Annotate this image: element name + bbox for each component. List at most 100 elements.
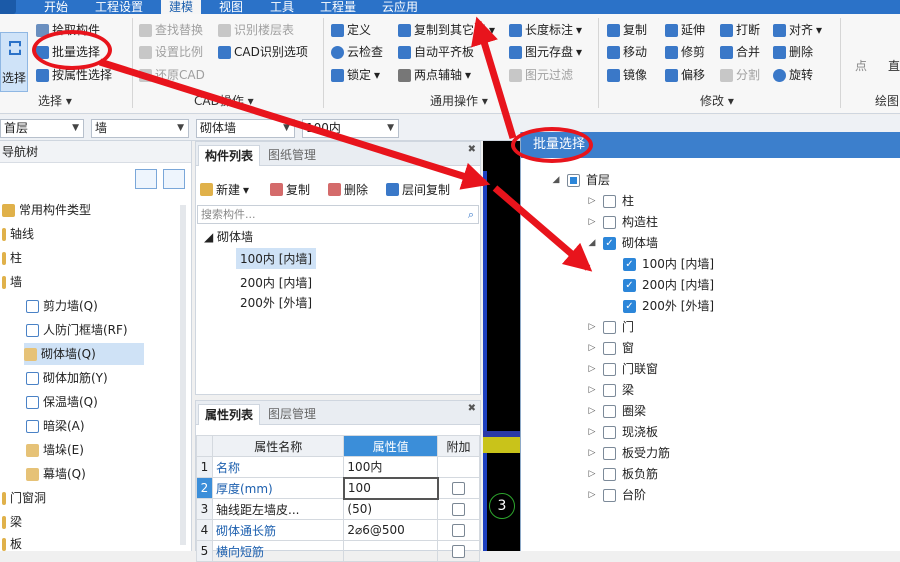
app-logo-icon[interactable] xyxy=(0,0,16,14)
copy-button[interactable]: 复制 xyxy=(607,22,647,38)
tree-checkbox[interactable] xyxy=(603,341,616,355)
tree-checkbox[interactable] xyxy=(603,362,616,376)
set-scale-button[interactable]: 设置比例 xyxy=(139,44,203,60)
extend-button[interactable]: 延伸 xyxy=(665,22,705,38)
menu-project-settings[interactable]: 工程设置 xyxy=(87,0,151,14)
delete-component-button[interactable]: 删除 xyxy=(328,181,368,198)
tree-checkbox[interactable]: ✓ xyxy=(623,257,636,271)
tree-item-constructional-column[interactable]: ▷ 构造柱 xyxy=(587,212,658,232)
delete-button[interactable]: 删除 xyxy=(773,44,813,60)
nav-item-shear-wall[interactable]: 剪力墙(Q) xyxy=(26,295,98,317)
menu-cloud[interactable]: 云应用 xyxy=(374,0,426,14)
nav-item-beam[interactable]: 梁 xyxy=(2,511,22,533)
tree-item-column[interactable]: ▷ 柱 xyxy=(587,191,634,211)
tree-item-slab-rebar[interactable]: ▷ 板受力筋 xyxy=(587,443,670,463)
table-row[interactable]: 4 砌体通长筋 2⌀6@500 xyxy=(196,519,480,541)
tree-checkbox[interactable] xyxy=(603,320,616,334)
length-dimension-button[interactable]: 长度标注 ▾ xyxy=(509,22,582,38)
tree-item-floor[interactable]: ◢ 首层 xyxy=(551,170,610,190)
nav-item-wall[interactable]: 墙 xyxy=(2,271,22,293)
extra-checkbox[interactable] xyxy=(452,545,465,558)
close-icon[interactable]: ✖ xyxy=(468,403,476,414)
break-button[interactable]: 打断 xyxy=(720,22,760,38)
menu-view[interactable]: 视图 xyxy=(211,0,251,14)
table-row[interactable]: 5 横向短筋 xyxy=(196,540,480,562)
lock-button[interactable]: 锁定 ▾ xyxy=(331,67,380,83)
card-view-icon[interactable] xyxy=(163,169,185,189)
extra-checkbox[interactable] xyxy=(452,524,465,537)
find-replace-button[interactable]: 查找替换 xyxy=(139,22,203,38)
tree-item-cast-slab[interactable]: ▷ 现浇板 xyxy=(587,422,658,442)
component-select[interactable]: 100内 ▼ xyxy=(302,119,399,138)
menu-start[interactable]: 开始 xyxy=(36,0,76,14)
extra-checkbox[interactable] xyxy=(452,482,466,495)
tree-checkbox[interactable] xyxy=(603,425,616,439)
tree-item-masonry-wall[interactable]: ◢ ✓ 砌体墙 xyxy=(587,233,658,253)
tab-drawing-management[interactable]: 图纸管理 xyxy=(262,145,322,166)
close-icon[interactable]: ✖ xyxy=(468,144,476,155)
move-button[interactable]: 移动 xyxy=(607,44,647,60)
identify-floor-table-button[interactable]: 识别楼层表 xyxy=(218,22,294,38)
component-item-200-inner[interactable]: 200内 [内墙] xyxy=(236,272,316,293)
tree-item-steps[interactable]: ▷ 台阶 xyxy=(587,485,646,505)
nav-item-wall-pier[interactable]: 墙垛(E) xyxy=(26,439,84,461)
tree-item-window[interactable]: ▷ 窗 xyxy=(587,338,634,358)
menu-modeling[interactable]: 建模 xyxy=(161,0,202,14)
nav-item-civil-defense-wall[interactable]: 人防门框墙(RF) xyxy=(26,319,128,341)
split-button[interactable]: 分割 xyxy=(720,67,760,83)
mirror-button[interactable]: 镜像 xyxy=(607,67,647,83)
copy-component-button[interactable]: 复制 xyxy=(270,181,310,198)
table-row[interactable]: 3 轴线距左墙皮... (50) xyxy=(196,498,480,520)
new-component-button[interactable]: 新建 ▾ xyxy=(200,181,249,198)
tab-layer-management[interactable]: 图层管理 xyxy=(262,404,322,425)
restore-cad-button[interactable]: 还原CAD xyxy=(139,67,205,83)
tree-checkbox[interactable]: ✓ xyxy=(603,236,616,250)
tree-item-door[interactable]: ▷ 门 xyxy=(587,317,634,337)
tab-component-list[interactable]: 构件列表 xyxy=(198,145,261,166)
merge-button[interactable]: 合并 xyxy=(720,44,760,60)
table-row[interactable]: 2 厚度(mm) 100 xyxy=(196,476,480,500)
two-point-axis-button[interactable]: 两点辅轴 ▾ xyxy=(398,67,471,83)
tab-property-list[interactable]: 属性列表 xyxy=(198,404,261,425)
component-search-input[interactable]: 搜索构件... ⌕ xyxy=(197,205,479,224)
menu-tools[interactable]: 工具 xyxy=(262,0,302,14)
offset-button[interactable]: 偏移 xyxy=(665,67,705,83)
save-elements-button[interactable]: 图元存盘 ▾ xyxy=(509,44,582,60)
nav-item-curtain-wall[interactable]: 幕墙(Q) xyxy=(26,463,86,485)
tree-item-beam[interactable]: ▷ 梁 xyxy=(587,380,634,400)
nav-item-insulation-wall[interactable]: 保温墙(Q) xyxy=(26,391,98,413)
tree-checkbox[interactable] xyxy=(603,383,616,397)
component-item-100-inner[interactable]: 100内 [内墙] xyxy=(236,248,317,269)
cad-options-button[interactable]: CAD识别选项 xyxy=(218,44,308,60)
component-item-200-outer[interactable]: 200外 [外墙] xyxy=(236,292,316,313)
nav-item-common[interactable]: 常用构件类型 xyxy=(2,199,91,221)
interfloor-copy-button[interactable]: 层间复制 xyxy=(386,181,450,198)
nav-item-masonry-wall[interactable]: 砌体墙(Q) xyxy=(24,343,144,365)
tree-item-ring-beam[interactable]: ▷ 圈梁 xyxy=(587,401,646,421)
tree-checkbox[interactable] xyxy=(603,446,616,460)
property-value[interactable]: 100内 xyxy=(343,456,438,478)
rotate-button[interactable]: 旋转 xyxy=(773,67,813,83)
table-row[interactable]: 1 名称 100内 xyxy=(196,456,480,478)
tree-checkbox[interactable] xyxy=(603,404,616,418)
tree-item-100-inner[interactable]: ✓ 100内 [内墙] xyxy=(623,254,714,274)
menu-quantities[interactable]: 工程量 xyxy=(312,0,364,14)
draw-point-button[interactable]: 点 xyxy=(855,58,867,74)
tree-checkbox[interactable] xyxy=(603,467,616,481)
tree-checkbox[interactable] xyxy=(603,215,616,229)
tree-item-door-window[interactable]: ▷ 门联窗 xyxy=(587,359,658,379)
property-value[interactable]: (50) xyxy=(343,498,438,520)
draw-line-button[interactable]: 直 xyxy=(888,58,900,74)
auto-align-slab-button[interactable]: 自动平齐板 xyxy=(398,44,474,60)
define-button[interactable]: 定义 xyxy=(331,22,371,38)
nav-item-hidden-beam[interactable]: 暗梁(A) xyxy=(26,415,85,437)
type-select[interactable]: 砌体墙 ▼ xyxy=(196,119,295,138)
trim-button[interactable]: 修剪 xyxy=(665,44,705,60)
nav-item-axis[interactable]: 轴线 xyxy=(2,223,34,245)
nav-item-masonry-rebar[interactable]: 砌体加筋(Y) xyxy=(26,367,108,389)
cloud-check-button[interactable]: 云检查 xyxy=(331,44,383,60)
list-view-icon[interactable] xyxy=(135,169,157,189)
select-button[interactable]: 选择 xyxy=(0,32,28,92)
floor-select[interactable]: 首层 ▼ xyxy=(0,119,84,138)
tree-item-200-outer[interactable]: ✓ 200外 [外墙] xyxy=(623,296,714,316)
